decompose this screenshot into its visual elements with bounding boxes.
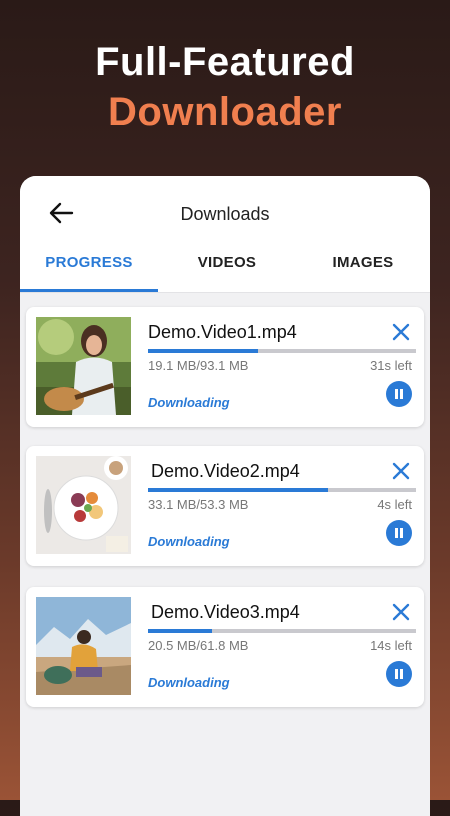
video-thumbnail	[36, 456, 131, 554]
download-item[interactable]: Demo.Video1.mp4 19.1 MB/93.1 MB 31s left…	[26, 307, 424, 427]
header-divider	[20, 292, 430, 293]
page-title: Downloads	[180, 204, 270, 224]
download-size: 19.1 MB/93.1 MB	[148, 358, 249, 373]
promo-title-line2: Downloader	[108, 90, 342, 134]
app-screen: Downloads PROGRESS VIDEOS IMAGES Demo.Vi…	[20, 176, 430, 816]
video-thumbnail	[36, 317, 131, 415]
download-size: 20.5 MB/61.8 MB	[148, 638, 249, 653]
download-status: Downloading	[148, 395, 230, 410]
file-name: Demo.Video3.mp4	[151, 602, 300, 622]
close-icon[interactable]	[390, 321, 412, 343]
progress-bar	[148, 629, 416, 633]
progress-bar	[148, 349, 416, 353]
pause-button[interactable]	[386, 520, 412, 546]
download-status: Downloading	[148, 675, 230, 690]
progress-fill	[148, 629, 213, 633]
time-left: 4s left	[377, 497, 412, 512]
pause-button[interactable]	[386, 381, 412, 407]
video-thumbnail	[36, 597, 131, 695]
close-icon[interactable]	[390, 601, 412, 623]
time-left: 31s left	[370, 358, 412, 373]
tab-images[interactable]: IMAGES	[296, 248, 430, 292]
download-status: Downloading	[148, 534, 230, 549]
file-name: Demo.Video2.mp4	[151, 461, 300, 481]
time-left: 14s left	[370, 638, 412, 653]
close-icon[interactable]	[390, 460, 412, 482]
download-item[interactable]: Demo.Video3.mp4 20.5 MB/61.8 MB 14s left…	[26, 587, 424, 707]
file-name: Demo.Video1.mp4	[148, 322, 297, 342]
tab-videos[interactable]: VIDEOS	[158, 248, 296, 292]
download-item[interactable]: Demo.Video2.mp4 33.1 MB/53.3 MB 4s left …	[26, 446, 424, 566]
progress-fill	[148, 488, 328, 492]
progress-fill	[148, 349, 258, 353]
download-size: 33.1 MB/53.3 MB	[148, 497, 249, 512]
app-header: Downloads PROGRESS VIDEOS IMAGES	[20, 176, 430, 292]
progress-bar	[148, 488, 416, 492]
tab-progress[interactable]: PROGRESS	[20, 248, 158, 292]
promo-title-line1: Full-Featured	[95, 40, 355, 84]
pause-button[interactable]	[386, 661, 412, 687]
tab-bar: PROGRESS VIDEOS IMAGES	[20, 248, 430, 292]
